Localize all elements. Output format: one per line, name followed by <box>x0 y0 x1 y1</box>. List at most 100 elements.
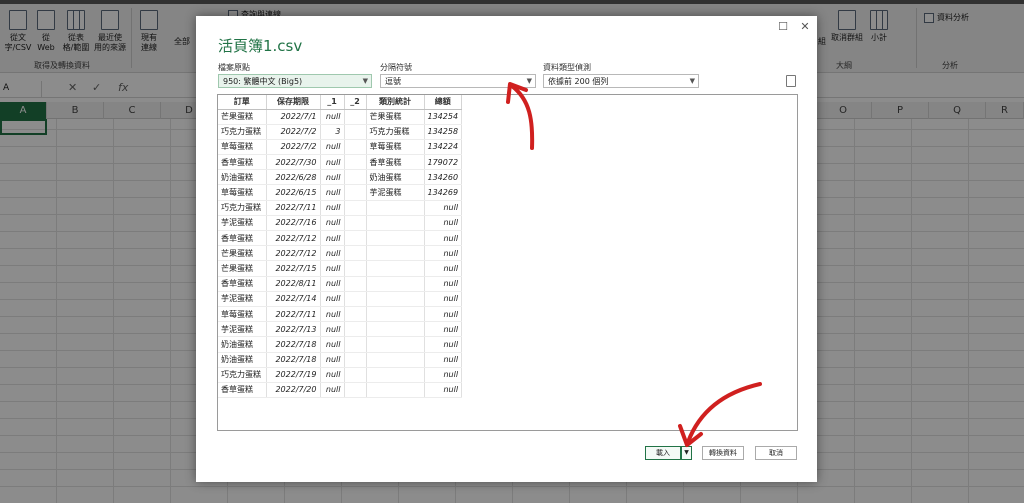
preview-cell <box>366 306 425 323</box>
preview-cell: 2022/7/1 <box>266 109 321 125</box>
preview-cell <box>366 215 425 232</box>
preview-cell <box>344 154 367 171</box>
preview-cell: 2022/7/13 <box>266 321 321 338</box>
preview-cell: 2022/6/28 <box>266 169 321 186</box>
preview-cell <box>344 184 367 201</box>
data-preview[interactable]: 訂單 保存期限 _1 _2 類別統計 總額 芒果蛋糕 2022/7/1 null 芒果蛋糕 134… <box>217 94 798 431</box>
delimiter-value: 逗號 <box>385 77 401 86</box>
preview-cell: null <box>320 260 345 277</box>
preview-cell: null <box>320 382 345 399</box>
preview-cell: null <box>424 291 463 307</box>
preview-row: 芒果蛋糕 2022/7/15 null null <box>218 260 463 277</box>
preview-cell: null <box>320 139 345 156</box>
preview-cell: null <box>320 200 345 216</box>
preview-column-header[interactable]: 總額 <box>424 95 463 110</box>
preview-table: 訂單 保存期限 _1 _2 類別統計 總額 芒果蛋糕 2022/7/1 null 芒果蛋糕 134… <box>218 95 463 399</box>
preview-column-header[interactable]: _2 <box>344 95 367 110</box>
cancel-button[interactable]: 取消 <box>755 446 797 460</box>
preview-cell: 奶油蛋糕 <box>366 169 425 186</box>
load-dropdown-button[interactable]: ▼ <box>681 446 692 460</box>
preview-cell <box>344 200 367 216</box>
preview-cell: null <box>320 215 345 232</box>
preview-cell <box>344 139 367 156</box>
file-origin-label: 檔案原點 <box>218 63 250 72</box>
preview-column-header[interactable]: 訂單 <box>218 95 267 110</box>
file-origin-value: 950: 繁體中文 (Big5) <box>223 77 303 86</box>
preview-cell: 芒果蛋糕 <box>366 109 425 125</box>
preview-cell: null <box>320 352 345 368</box>
preview-cell: null <box>424 276 463 292</box>
preview-cell <box>366 382 425 399</box>
preview-cell: null <box>424 336 463 353</box>
chevron-down-icon: ▼ <box>684 449 689 456</box>
preview-cell: null <box>320 321 345 338</box>
preview-row: 芒果蛋糕 2022/7/1 null 芒果蛋糕 134254 <box>218 109 463 125</box>
preview-cell: null <box>320 154 345 171</box>
preview-cell <box>366 276 425 292</box>
preview-cell <box>366 260 425 277</box>
preview-column-header[interactable]: 保存期限 <box>266 95 321 110</box>
preview-cell: 草莓蛋糕 <box>218 139 267 156</box>
close-icon[interactable]: ✕ <box>797 20 813 34</box>
file-options-icon[interactable] <box>786 75 796 87</box>
preview-row: 芋泥蛋糕 2022/7/14 null null <box>218 291 463 307</box>
preview-cell: null <box>424 245 463 262</box>
preview-cell: 芒果蛋糕 <box>218 245 267 262</box>
preview-row: 奶油蛋糕 2022/7/18 null null <box>218 336 463 353</box>
preview-cell <box>366 291 425 307</box>
preview-row: 香草蛋糕 2022/7/30 null 香草蛋糕 179072 <box>218 154 463 171</box>
preview-cell: 2022/7/19 <box>266 367 321 383</box>
preview-cell <box>344 276 367 292</box>
preview-cell: null <box>320 169 345 186</box>
preview-cell: 2022/7/12 <box>266 230 321 247</box>
preview-cell: null <box>320 276 345 292</box>
preview-cell <box>366 230 425 247</box>
transform-data-button[interactable]: 轉換資料 <box>702 446 744 460</box>
preview-cell: 香草蛋糕 <box>366 154 425 171</box>
file-origin-dropdown[interactable]: 950: 繁體中文 (Big5) ▼ <box>218 74 372 88</box>
preview-cell: 2022/7/20 <box>266 382 321 399</box>
chevron-down-icon: ▼ <box>362 77 368 85</box>
preview-cell: 芒果蛋糕 <box>218 109 267 125</box>
data-type-detection-dropdown[interactable]: 依據前 200 個列 ▼ <box>543 74 699 88</box>
preview-cell: 奶油蛋糕 <box>218 352 267 368</box>
preview-cell: 草莓蛋糕 <box>218 306 267 323</box>
preview-cell: 134224 <box>424 139 463 156</box>
preview-header-row: 訂單 保存期限 _1 _2 類別統計 總額 <box>218 95 463 110</box>
preview-cell: 芋泥蛋糕 <box>218 215 267 232</box>
preview-row: 香草蛋糕 2022/7/12 null null <box>218 230 463 247</box>
maximize-icon[interactable]: ☐ <box>775 20 791 34</box>
csv-import-dialog: ☐ ✕ 活頁簿1.csv 檔案原點 950: 繁體中文 (Big5) ▼ 分隔符… <box>196 16 817 482</box>
preview-cell: 2022/7/30 <box>266 154 321 171</box>
preview-row: 草莓蛋糕 2022/7/2 null 草莓蛋糕 134224 <box>218 139 463 156</box>
data-type-detection-value: 依據前 200 個列 <box>548 77 609 86</box>
preview-cell <box>344 109 367 125</box>
preview-cell: 2022/7/18 <box>266 352 321 368</box>
preview-cell: 3 <box>320 124 345 140</box>
preview-cell <box>344 230 367 247</box>
preview-column-header[interactable]: 類別統計 <box>366 95 425 110</box>
preview-cell: null <box>320 109 345 125</box>
preview-row: 香草蛋糕 2022/7/20 null null <box>218 382 463 399</box>
preview-cell: 巧克力蛋糕 <box>218 124 267 140</box>
preview-cell <box>344 169 367 186</box>
preview-row: 巧克力蛋糕 2022/7/19 null null <box>218 367 463 383</box>
preview-cell: 2022/7/12 <box>266 245 321 262</box>
preview-cell <box>344 260 367 277</box>
preview-cell: 奶油蛋糕 <box>218 336 267 353</box>
load-button[interactable]: 載入 <box>645 446 681 460</box>
delimiter-dropdown[interactable]: 逗號 ▼ <box>380 74 536 88</box>
chevron-down-icon: ▼ <box>689 77 695 85</box>
preview-cell: null <box>424 367 463 383</box>
preview-row: 芒果蛋糕 2022/7/12 null null <box>218 245 463 262</box>
preview-cell: 2022/6/15 <box>266 184 321 201</box>
preview-cell: 香草蛋糕 <box>218 230 267 247</box>
preview-cell: 香草蛋糕 <box>218 154 267 171</box>
preview-cell: 134258 <box>424 124 463 140</box>
preview-row: 奶油蛋糕 2022/6/28 null 奶油蛋糕 134260 <box>218 169 463 186</box>
preview-column-header[interactable]: _1 <box>320 95 345 110</box>
preview-cell <box>344 321 367 338</box>
preview-cell: 芋泥蛋糕 <box>218 321 267 338</box>
preview-cell <box>344 124 367 140</box>
preview-cell: 2022/7/14 <box>266 291 321 307</box>
